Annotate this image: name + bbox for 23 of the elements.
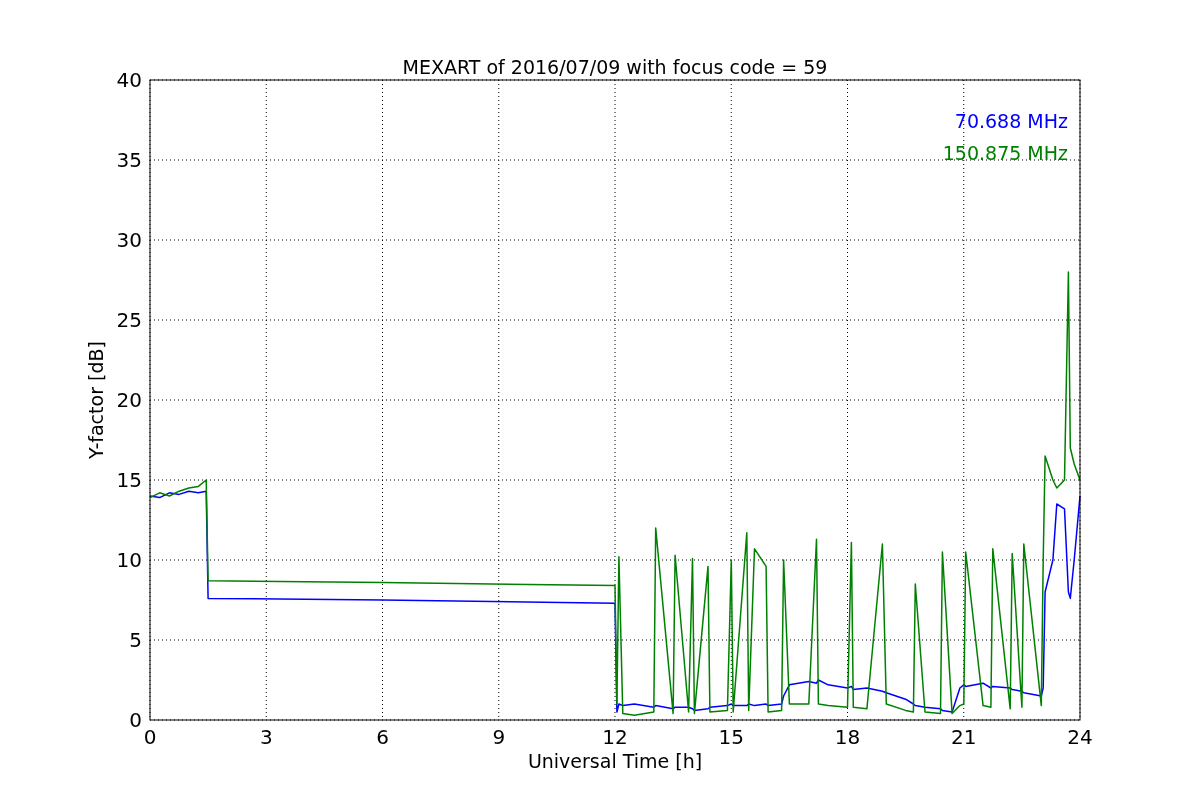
legend-label: 70.688 MHz: [954, 110, 1068, 132]
tick-label: 25: [116, 308, 142, 332]
tick-label: 9: [492, 725, 506, 749]
tick-label: 40: [116, 68, 142, 92]
tick-label: 18: [834, 725, 861, 749]
tick-label: 10: [116, 548, 142, 572]
tick-label: 5: [129, 628, 142, 652]
tick-label: 24: [1067, 725, 1093, 749]
x-axis-label: Universal Time [h]: [527, 750, 703, 772]
tick-label: 15: [718, 725, 744, 749]
tick-label: 0: [129, 708, 142, 732]
legend-label: 150.875 MHz: [942, 142, 1068, 164]
tick-label: 20: [116, 388, 142, 412]
tick-label: 12: [602, 725, 628, 749]
tick-label: 3: [259, 725, 273, 749]
y-axis-label: Y-factor [dB]: [85, 341, 107, 459]
tick-label: 21: [951, 725, 977, 749]
tick-label: 30: [116, 228, 142, 252]
tick-label: 35: [116, 148, 142, 172]
tick-label: 0: [143, 725, 157, 749]
chart-title: MEXART of 2016/07/09 with focus code = 59: [402, 56, 828, 78]
tick-label: 15: [116, 468, 142, 492]
tick-label: 6: [376, 725, 389, 749]
